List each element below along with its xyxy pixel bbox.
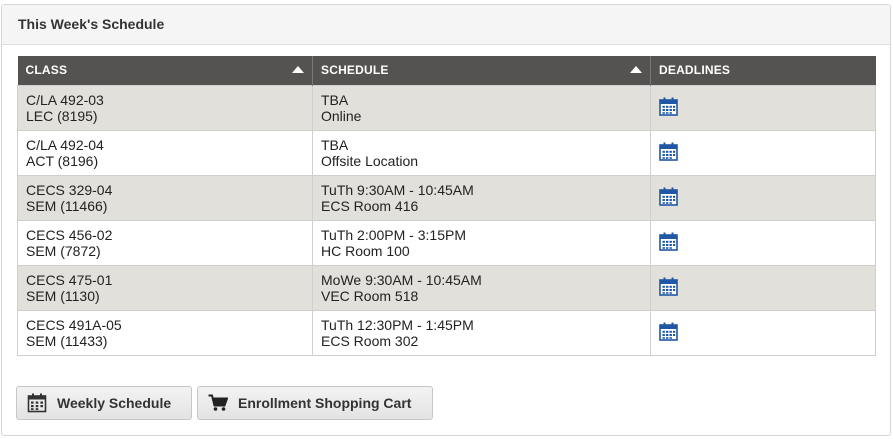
class-cell: CECS 329-04 SEM (11466) <box>17 174 313 221</box>
schedule-location: ECS Room 302 <box>321 332 419 349</box>
column-header-deadlines-label: DEADLINES <box>659 63 731 78</box>
class-cell: C/LA 492-03 LEC (8195) <box>17 84 313 131</box>
calendar-icon[interactable] <box>659 187 678 206</box>
deadlines-cell <box>650 309 876 356</box>
schedule-cell: TBA Offsite Location <box>312 129 651 176</box>
deadlines-cell <box>650 174 876 221</box>
shopping-cart-label: Enrollment Shopping Cart <box>238 395 412 411</box>
column-header-class-label: CLASS <box>25 63 68 78</box>
schedule-location: HC Room 100 <box>321 242 410 259</box>
column-header-deadlines: DEADLINES <box>650 56 876 85</box>
sort-ascending-icon[interactable] <box>292 66 304 73</box>
class-cell: CECS 475-01 SEM (1130) <box>17 264 313 311</box>
schedule-time: MoWe 9:30AM - 10:45AM <box>321 271 482 288</box>
class-section: CECS 456-02 <box>26 226 113 243</box>
schedule-cell: TuTh 2:00PM - 3:15PM HC Room 100 <box>312 219 651 266</box>
class-component: SEM (11433) <box>26 332 108 349</box>
schedule-time: TuTh 2:00PM - 3:15PM <box>321 226 466 243</box>
calendar-icon[interactable] <box>659 277 678 296</box>
table-row: CECS 456-02 SEM (7872) TuTh 2:00PM - 3:15P… <box>17 219 876 266</box>
class-component: SEM (11466) <box>26 197 108 214</box>
calendar-icon[interactable] <box>659 232 678 251</box>
table-row: C/LA 492-03 LEC (8195) TBA Online <box>17 84 876 131</box>
table-row: C/LA 492-04 ACT (8196) TBA Offsite Location <box>17 129 876 176</box>
deadlines-cell <box>650 264 876 311</box>
class-component: SEM (7872) <box>26 242 101 259</box>
deadlines-cell <box>650 84 876 131</box>
schedule-table: CLASS SCHEDULE DEADLINES C/LA 492-03 LEC … <box>17 56 876 356</box>
sort-ascending-icon[interactable] <box>630 66 642 73</box>
schedule-cell: MoWe 9:30AM - 10:45AM VEC Room 518 <box>312 264 651 311</box>
class-component: LEC (8195) <box>26 107 98 124</box>
class-section: C/LA 492-03 <box>26 91 104 108</box>
deadlines-cell <box>650 129 876 176</box>
column-header-schedule[interactable]: SCHEDULE <box>312 56 651 85</box>
schedule-time: TuTh 9:30AM - 10:45AM <box>321 181 474 198</box>
cart-icon <box>208 394 228 412</box>
class-section: CECS 475-01 <box>26 271 113 288</box>
deadlines-cell <box>650 219 876 266</box>
schedule-time: TBA <box>321 136 349 153</box>
calendar-icon[interactable] <box>659 322 678 341</box>
schedule-location: Online <box>321 107 362 124</box>
table-header-row: CLASS SCHEDULE DEADLINES <box>17 56 876 85</box>
class-cell: C/LA 492-04 ACT (8196) <box>17 129 313 176</box>
table-row: CECS 329-04 SEM (11466) TuTh 9:30AM - 10:4… <box>17 174 876 221</box>
calendar-icon[interactable] <box>659 97 678 116</box>
calendar-icon[interactable] <box>659 142 678 161</box>
schedule-cell: TBA Online <box>312 84 651 131</box>
class-component: SEM (1130) <box>26 287 100 304</box>
schedule-location: Offsite Location <box>321 152 419 169</box>
calendar-icon <box>27 393 47 413</box>
schedule-location: ECS Room 416 <box>321 197 419 214</box>
class-section: CECS 491A-05 <box>26 316 122 333</box>
enrollment-shopping-cart-button[interactable]: Enrollment Shopping Cart <box>197 386 433 420</box>
class-component: ACT (8196) <box>26 152 99 169</box>
class-section: CECS 329-04 <box>26 181 113 198</box>
table-row: CECS 491A-05 SEM (11433) TuTh 12:30PM - 1:… <box>17 309 876 356</box>
schedule-location: VEC Room 518 <box>321 287 419 304</box>
column-header-schedule-label: SCHEDULE <box>321 63 389 78</box>
class-section: C/LA 492-04 <box>26 136 104 153</box>
class-cell: CECS 456-02 SEM (7872) <box>17 219 313 266</box>
weekly-schedule-label: Weekly Schedule <box>57 395 172 411</box>
weekly-schedule-button[interactable]: Weekly Schedule <box>16 386 192 420</box>
schedule-cell: TuTh 12:30PM - 1:45PM ECS Room 302 <box>312 309 651 356</box>
schedule-cell: TuTh 9:30AM - 10:45AM ECS Room 416 <box>312 174 651 221</box>
table-row: CECS 475-01 SEM (1130) MoWe 9:30AM - 10:45… <box>17 264 876 311</box>
schedule-time: TuTh 12:30PM - 1:45PM <box>321 316 474 333</box>
column-header-class[interactable]: CLASS <box>17 56 313 85</box>
schedule-time: TBA <box>321 91 349 108</box>
class-cell: CECS 491A-05 SEM (11433) <box>17 309 313 356</box>
panel-title: This Week's Schedule <box>2 5 890 45</box>
